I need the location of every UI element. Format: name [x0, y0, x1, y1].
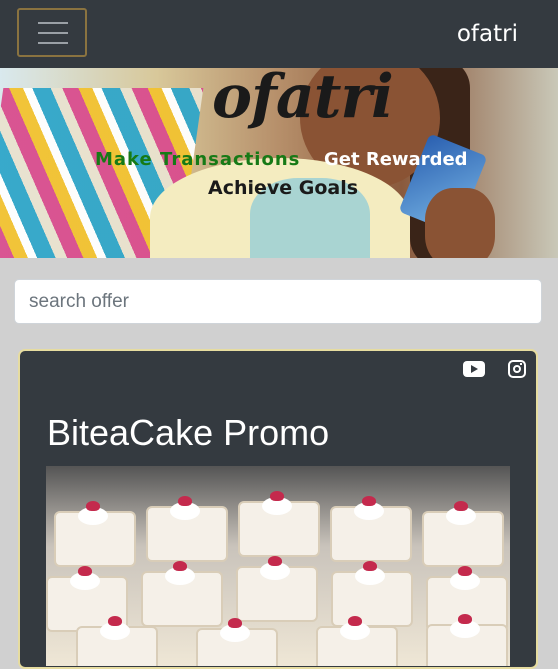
cake-image [316, 616, 398, 666]
tagline-get-rewarded: Get Rewarded [324, 149, 468, 170]
youtube-icon[interactable] [463, 361, 485, 377]
cake-image [331, 561, 413, 627]
hero-hand-image [425, 188, 495, 258]
hamburger-line [38, 42, 68, 44]
hamburger-line [38, 32, 68, 34]
cake-image [238, 491, 320, 557]
cake-image [141, 561, 223, 627]
cake-image [76, 616, 158, 666]
instagram-icon[interactable] [508, 360, 526, 378]
cake-image [422, 501, 504, 567]
hamburger-menu-icon [38, 22, 68, 24]
menu-toggle-button[interactable] [17, 8, 87, 57]
cake-image [330, 496, 412, 562]
cake-image [426, 614, 508, 666]
hero-logo: ofatri [212, 68, 394, 132]
hero-banner: ofatri Make Transactions Get Rewarded Ac… [0, 68, 558, 258]
offer-image[interactable] [46, 466, 510, 666]
tagline-make-transactions: Make Transactions [95, 149, 301, 170]
cake-image [236, 556, 318, 622]
offer-title: BiteaCake Promo [47, 412, 330, 453]
offer-card[interactable]: BiteaCake Promo [18, 349, 538, 669]
cake-image [54, 501, 136, 567]
cake-image [146, 496, 228, 562]
brand-link[interactable]: ofatri [457, 20, 518, 48]
top-navbar: ofatri [0, 0, 558, 68]
search-offer-input[interactable] [14, 279, 542, 324]
tagline-achieve-goals: Achieve Goals [208, 177, 359, 199]
cake-image [196, 618, 278, 666]
